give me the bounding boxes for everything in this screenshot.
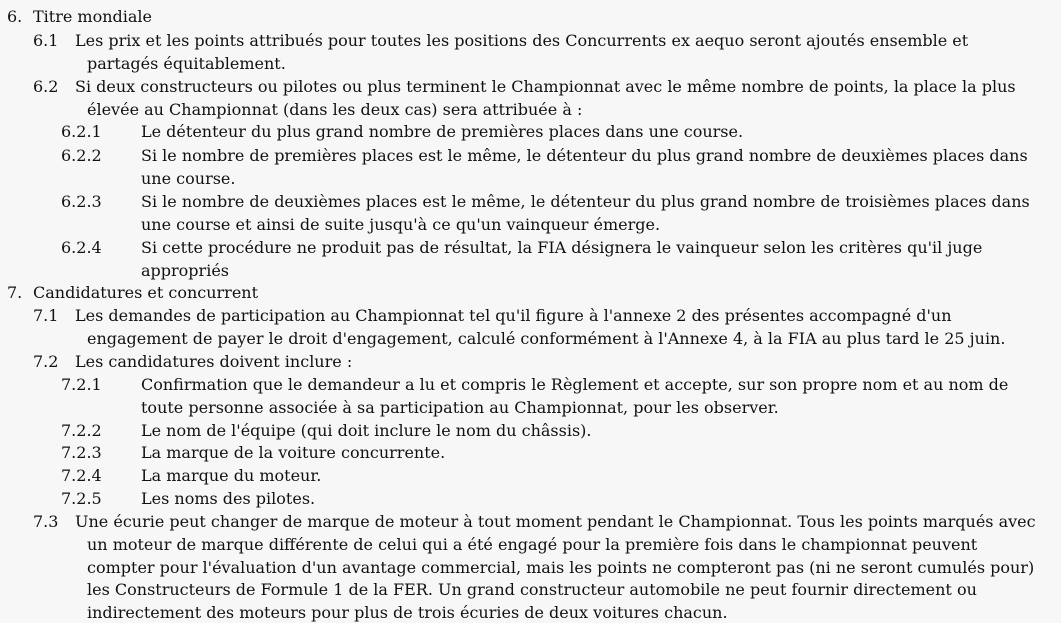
item-6-2-1-number: 6.2.1 <box>61 122 102 141</box>
item-6-1-number: 6.1 <box>33 31 59 50</box>
item-6-2-3-text-line2: une course et ainsi de suite jusqu'à ce … <box>141 215 661 234</box>
item-7-3-text-line4: les Constructeurs de Formule 1 de la FER… <box>87 580 977 599</box>
item-7-2-1-text-line2: toute personne associée à sa participati… <box>141 398 779 417</box>
item-7-2-4-number: 7.2.4 <box>61 466 102 485</box>
item-7-3-text-line1: Une écurie peut changer de marque de mot… <box>75 512 1036 531</box>
item-7-1-number: 7.1 <box>33 306 59 325</box>
item-7-3-text-line5: indirectement des moteurs pour plus de t… <box>87 603 728 622</box>
document-page: 6. Titre mondiale 6.1 Les prix et les po… <box>0 0 1061 623</box>
item-7-2-1-text-line1: Confirmation que le demandeur a lu et co… <box>141 375 1009 394</box>
item-7-2-5-number: 7.2.5 <box>61 489 102 508</box>
item-7-2-3-number: 7.2.3 <box>61 443 102 462</box>
item-6-1-text-line1: Les prix et les points attribués pour to… <box>75 31 969 50</box>
item-6-2-text-line1: Si deux constructeurs ou pilotes ou plus… <box>75 77 1016 96</box>
item-6-2-text-line2: élevée au Championnat (dans les deux cas… <box>87 100 583 119</box>
section-7-number: 7. <box>7 283 23 302</box>
item-7-2-2-text-line1: Le nom de l'équipe (qui doit inclure le … <box>141 421 592 440</box>
item-7-3-text-line2: un moteur de marque différente de celui … <box>87 535 978 554</box>
item-6-2-2-text-line1: Si le nombre de premières places est le … <box>141 146 1028 165</box>
section-6-number: 6. <box>7 7 23 26</box>
item-7-2-5-text-line1: Les noms des pilotes. <box>141 489 316 508</box>
item-6-2-2-number: 6.2.2 <box>61 146 102 165</box>
section-7-title: Candidatures et concurrent <box>33 283 259 302</box>
item-7-3-number: 7.3 <box>33 512 59 531</box>
section-6-title: Titre mondiale <box>33 7 153 26</box>
item-7-2-number: 7.2 <box>33 352 59 371</box>
item-7-2-3-text-line1: La marque de la voiture concurrente. <box>141 443 446 462</box>
item-7-3-text-line3: compter pour l'évaluation d'un avantage … <box>87 558 1035 577</box>
item-7-2-text-line1: Les candidatures doivent inclure : <box>75 352 353 371</box>
item-6-1-text-line2: partagés équitablement. <box>87 54 286 73</box>
item-6-2-4-text-line2: appropriés <box>141 261 229 280</box>
item-6-2-4-text-line1: Si cette procédure ne produit pas de rés… <box>141 238 983 257</box>
item-7-2-4-text-line1: La marque du moteur. <box>141 466 322 485</box>
item-7-2-2-number: 7.2.2 <box>61 421 102 440</box>
item-6-2-number: 6.2 <box>33 77 59 96</box>
item-6-2-3-text-line1: Si le nombre de deuxièmes places est le … <box>141 192 1030 211</box>
item-7-1-text-line1: Les demandes de participation au Champio… <box>75 306 952 325</box>
item-6-2-3-number: 6.2.3 <box>61 192 102 211</box>
item-6-2-1-text-line1: Le détenteur du plus grand nombre de pre… <box>141 122 744 141</box>
item-7-1-text-line2: engagement de payer le droit d'engagemen… <box>87 329 1006 348</box>
item-6-2-2-text-line2: une course. <box>141 169 236 188</box>
item-7-2-1-number: 7.2.1 <box>61 375 102 394</box>
item-6-2-4-number: 6.2.4 <box>61 238 102 257</box>
